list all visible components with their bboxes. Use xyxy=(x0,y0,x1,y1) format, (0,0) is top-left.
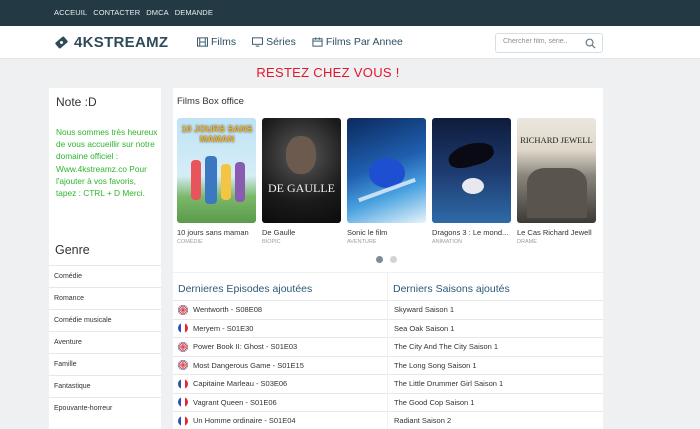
poster-carousel: 10 JOURS SANS MAMAN 10 jours sans maman … xyxy=(177,118,596,245)
genre-item-comedie[interactable]: Comédie xyxy=(49,265,161,287)
note-text: Nous sommes très heureux de vous accueil… xyxy=(56,127,158,199)
movie-poster[interactable]: RICHARD JEWELL xyxy=(517,118,596,223)
poster-title-text: DE GAULLE xyxy=(268,181,335,195)
movie-card[interactable]: Sonic le film AVENTURE xyxy=(347,118,426,245)
poster-title-text: RICHARD JEWELL xyxy=(520,135,593,145)
ticket-icon xyxy=(54,35,69,50)
carousel-dot-2[interactable] xyxy=(390,256,397,263)
movie-genre: AVENTURE xyxy=(347,239,377,245)
genre-list: Comédie Romance Comédie musicale Aventur… xyxy=(49,265,161,419)
latest-seasons-panel: Derniers Saisons ajoutés Skyward Saison … xyxy=(388,273,603,429)
top-bar: ACCEUIL CONTACTER DMCA DEMANDE xyxy=(0,0,700,26)
movie-title[interactable]: Sonic le film xyxy=(347,228,426,237)
tv-icon xyxy=(252,37,264,47)
genre-item-famille[interactable]: Famille xyxy=(49,353,161,375)
search-box xyxy=(495,33,603,53)
movie-poster[interactable] xyxy=(432,118,511,223)
episode-text: Meryem - S01E30 xyxy=(193,323,254,333)
carousel-dots xyxy=(376,256,397,263)
episode-row[interactable]: Vagrant Queen - S01E06 xyxy=(173,392,387,412)
top-link-dmca[interactable]: DMCA xyxy=(146,8,168,17)
episode-text: Un Homme ordinaire - S01E04 xyxy=(193,416,296,426)
top-link-accueil[interactable]: ACCEUIL xyxy=(54,8,87,17)
movie-title[interactable]: Dragons 3 : Le mond... xyxy=(432,228,511,237)
genre-item-comedie-musicale[interactable]: Comédie musicale xyxy=(49,309,161,331)
episode-text: Power Book II: Ghost - S01E03 xyxy=(193,342,298,352)
note-title: Note :D xyxy=(56,95,97,109)
seasons-title: Derniers Saisons ajoutés xyxy=(393,283,510,295)
genre-item-fantastique[interactable]: Fantastique xyxy=(49,375,161,397)
movie-genre: ANIMATION xyxy=(432,239,463,245)
season-row[interactable]: The Long Song Saison 1 xyxy=(388,355,603,375)
season-row[interactable]: Skyward Saison 1 xyxy=(388,300,603,319)
uk-flag-icon xyxy=(178,341,188,352)
movie-poster[interactable]: 10 JOURS SANS MAMAN xyxy=(177,118,256,223)
genre-item-romance[interactable]: Romance xyxy=(49,287,161,309)
movie-card[interactable]: DE GAULLE De Gaulle BIOPIC xyxy=(262,118,341,245)
movie-genre: BIOPIC xyxy=(262,239,281,245)
movie-card[interactable]: Dragons 3 : Le mond... ANIMATION xyxy=(432,118,511,245)
nav-films[interactable]: Films xyxy=(197,36,236,48)
movie-poster[interactable] xyxy=(347,118,426,223)
latest-episodes-panel: Dernieres Episodes ajoutées Wentworth - … xyxy=(173,273,387,429)
genre-title: Genre xyxy=(55,243,90,257)
episode-text: Wentworth - S08E08 xyxy=(193,305,263,315)
season-row[interactable]: The Little Drummer Girl Saison 1 xyxy=(388,374,603,393)
episode-row[interactable]: Wentworth - S08E08 xyxy=(173,300,387,319)
calendar-icon xyxy=(312,37,323,47)
episode-row[interactable]: Most Dangerous Game - S01E15 xyxy=(173,355,387,375)
nav-films-par-annee-label: Films Par Annee xyxy=(325,36,403,48)
fr-flag-icon xyxy=(178,323,188,334)
film-icon xyxy=(197,37,208,47)
nav-films-par-annee[interactable]: Films Par Annee xyxy=(312,36,403,48)
fr-flag-icon xyxy=(178,378,188,389)
season-row[interactable]: Radiant Saison 2 xyxy=(388,411,603,429)
genre-item-epouvante-horreur[interactable]: Epouvante-horreur xyxy=(49,397,161,419)
movie-genre: COMÉDIE xyxy=(177,239,203,245)
box-office-panel: Films Box office 10 JOURS SANS MAMAN 10 … xyxy=(173,88,603,272)
search-input[interactable] xyxy=(503,38,583,45)
movie-card[interactable]: RICHARD JEWELL Le Cas Richard Jewell DRA… xyxy=(517,118,596,245)
top-links: ACCEUIL CONTACTER DMCA DEMANDE xyxy=(54,8,213,17)
carousel-dot-1[interactable] xyxy=(376,256,383,263)
movie-poster[interactable]: DE GAULLE xyxy=(262,118,341,223)
site-logo[interactable]: 4KSTREAMZ xyxy=(54,33,168,51)
season-row[interactable]: The Good Cop Saison 1 xyxy=(388,392,603,412)
note-panel: Note :D Nous sommes très heureux de vous… xyxy=(49,88,161,236)
poster-title-text: 10 JOURS SANS MAMAN xyxy=(181,124,253,144)
episode-text: Most Dangerous Game - S01E15 xyxy=(193,360,304,370)
uk-flag-icon xyxy=(178,304,188,315)
box-office-title: Films Box office xyxy=(177,96,244,107)
movie-genre: DRAME xyxy=(517,239,537,245)
top-link-contacter[interactable]: CONTACTER xyxy=(93,8,140,17)
episode-row[interactable]: Un Homme ordinaire - S01E04 xyxy=(173,411,387,429)
top-link-demande[interactable]: DEMANDE xyxy=(175,8,213,17)
season-row[interactable]: Sea Oak Saison 1 xyxy=(388,318,603,338)
logo-text: 4KSTREAMZ xyxy=(74,33,169,51)
genre-panel: Genre Comédie Romance Comédie musicale A… xyxy=(49,236,161,429)
episodes-list: Wentworth - S08E08 Meryem - S01E30 Power… xyxy=(173,300,387,429)
episode-text: Vagrant Queen - S01E06 xyxy=(193,397,277,407)
fr-flag-icon xyxy=(178,415,188,426)
main-nav: Films Séries Films Par Annee xyxy=(197,36,403,48)
season-row[interactable]: The City And The City Saison 1 xyxy=(388,337,603,356)
episode-row[interactable]: Capitaine Marleau - S03E06 xyxy=(173,374,387,393)
nav-films-label: Films xyxy=(211,36,237,48)
movie-title[interactable]: De Gaulle xyxy=(262,228,341,237)
seasons-list: Skyward Saison 1 Sea Oak Saison 1 The Ci… xyxy=(388,300,603,429)
movie-title[interactable]: 10 jours sans maman xyxy=(177,228,256,237)
genre-item-aventure[interactable]: Aventure xyxy=(49,331,161,353)
alert-banner: RESTEZ CHEZ VOUS ! xyxy=(256,65,400,80)
movie-card[interactable]: 10 JOURS SANS MAMAN 10 jours sans maman … xyxy=(177,118,256,245)
fr-flag-icon xyxy=(178,397,188,408)
nav-series[interactable]: Séries xyxy=(252,36,296,48)
uk-flag-icon xyxy=(178,360,188,371)
nav-series-label: Séries xyxy=(266,36,296,48)
episode-text: Capitaine Marleau - S03E06 xyxy=(193,379,288,389)
movie-title[interactable]: Le Cas Richard Jewell xyxy=(517,228,596,237)
episode-row[interactable]: Meryem - S01E30 xyxy=(173,318,387,338)
episode-row[interactable]: Power Book II: Ghost - S01E03 xyxy=(173,337,387,356)
episodes-title: Dernieres Episodes ajoutées xyxy=(178,283,313,295)
search-icon[interactable] xyxy=(585,38,596,49)
